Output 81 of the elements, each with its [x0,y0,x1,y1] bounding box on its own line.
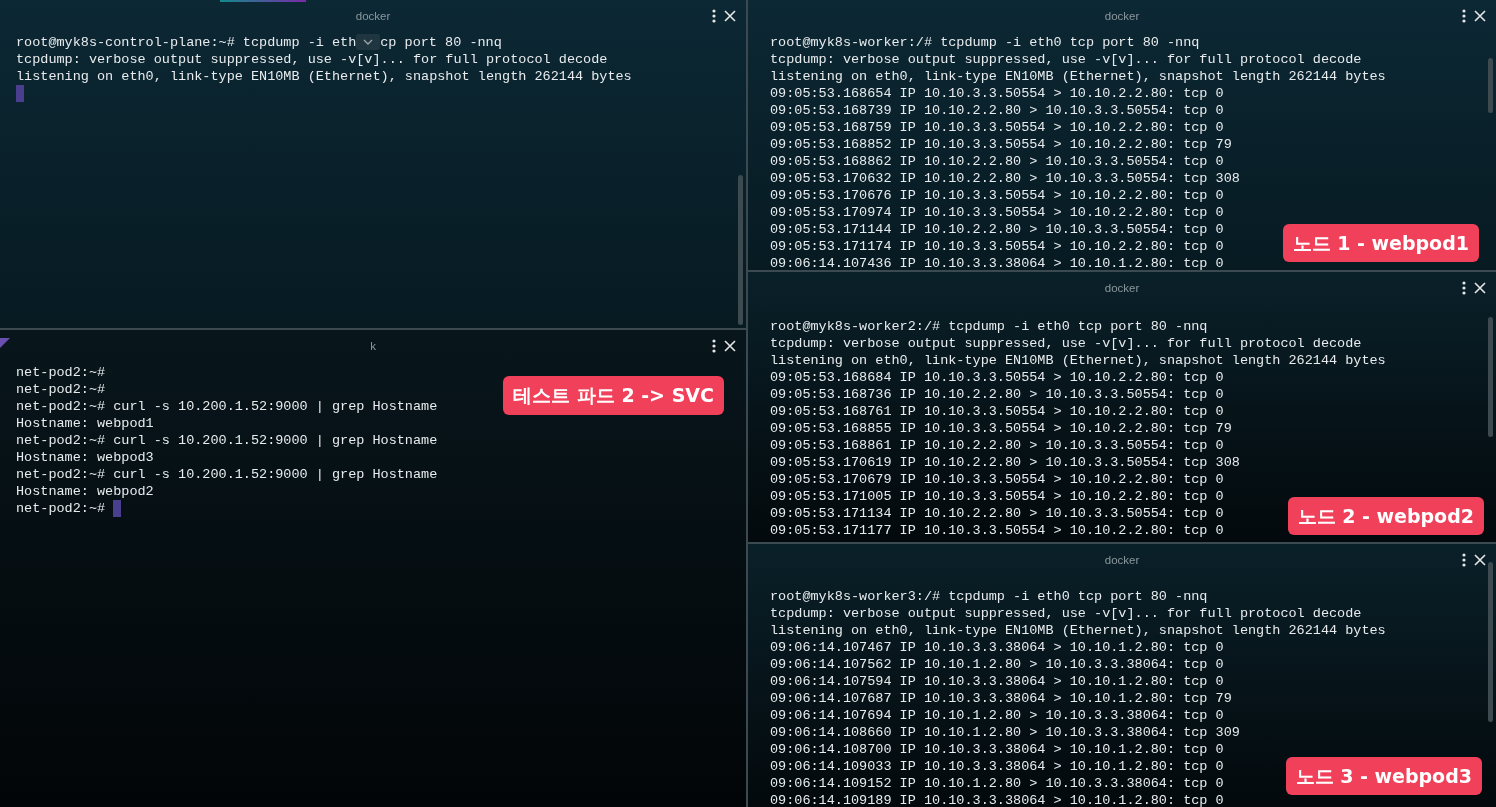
terminal-line: 09:05:53.170679 IP 10.10.3.3.50554 > 10.10.2.2.80: tcp 0 [770,472,1224,487]
terminal-line: 09:06:14.107562 IP 10.10.1.2.80 > 10.10.3.3.38064: tcp 0 [770,657,1224,672]
more-icon[interactable] [712,339,716,353]
terminal-line: 09:06:14.107687 IP 10.10.3.3.38064 > 10.10.1.2.80: tcp 79 [770,691,1232,706]
annotation-label: 노드 2 - webpod2 [1287,496,1484,535]
terminal-line: 09:05:53.168855 IP 10.10.3.3.50554 > 10.10.2.2.80: tcp 79 [770,421,1232,436]
pane-title: docker [1104,281,1140,297]
terminal-line: 09:05:53.168759 IP 10.10.3.3.50554 > 10.10.2.2.80: tcp 0 [770,120,1224,135]
scrollbar-thumb[interactable] [738,175,743,325]
terminal-line: 09:05:53.171177 IP 10.10.3.3.50554 > 10.10.2.2.80: tcp 0 [770,523,1224,538]
terminal-line: 09:05:53.171144 IP 10.10.2.2.80 > 10.10.3.3.50554: tcp 0 [770,222,1224,237]
pane-title: k [370,339,376,355]
terminal-line: 09:05:53.168862 IP 10.10.2.2.80 > 10.10.3.3.50554: tcp 0 [770,154,1224,169]
terminal-line: 09:05:53.168736 IP 10.10.2.2.80 > 10.10.3.3.50554: tcp 0 [770,387,1224,402]
pane-title: docker [1104,553,1140,569]
terminal-line: 09:05:53.170676 IP 10.10.3.3.50554 > 10.10.2.2.80: tcp 0 [770,188,1224,203]
close-icon[interactable] [1474,554,1486,566]
close-icon[interactable] [1474,282,1486,294]
terminal-line: tcpdump: verbose output suppressed, use -v[v]... for full protocol decode [770,52,1362,67]
terminal-line: 09:06:14.107436 IP 10.10.3.3.38064 > 10.10.1.2.80: tcp 0 [770,256,1224,270]
more-icon[interactable] [1462,9,1466,23]
terminal-line: 09:06:14.109033 IP 10.10.3.3.38064 > 10.10.1.2.80: tcp 0 [770,759,1224,774]
annotation-label: 노드 1 - webpod1 [1282,223,1479,262]
terminal-line: listening on eth0, link-type EN10MB (Ethernet), snapshot length 262144 bytes [16,69,632,84]
terminal-line: tcpdump: verbose output suppressed, use -v[v]... for full protocol decode [770,336,1362,351]
terminal-line: 09:05:53.170619 IP 10.10.2.2.80 > 10.10.3.3.50554: tcp 308 [770,455,1240,470]
terminal-line: net-pod2:~# [16,365,106,380]
terminal-line: net-pod2:~# [16,382,106,397]
close-icon[interactable] [724,340,736,352]
terminal-line: net-pod2:~# curl -s 10.200.1.52:9000 | grep Hostname [16,467,438,482]
terminal-line: root@myk8s-worker2:/# tcpdump -i eth0 tcp port 80 -nnq [770,319,1208,334]
terminal-line: tcpdump: verbose output suppressed, use -v[v]... for full protocol decode [16,52,608,67]
terminal-line: listening on eth0, link-type EN10MB (Ethernet), snapshot length 262144 bytes [770,69,1386,84]
annotation-label: 테스트 파드 2 -> SVC [503,376,724,415]
terminal-cursor [113,500,122,517]
terminal-line: 09:05:53.168761 IP 10.10.3.3.50554 > 10.10.2.2.80: tcp 0 [770,404,1224,419]
terminal-line: 09:06:14.109189 IP 10.10.3.3.38064 > 10.10.1.2.80: tcp 0 [770,793,1224,807]
annotation-label: 노드 3 - webpod3 [1285,756,1482,795]
terminal-line: 09:05:53.171134 IP 10.10.2.2.80 > 10.10.3.3.50554: tcp 0 [770,506,1224,521]
terminal-line: 09:05:53.171174 IP 10.10.3.3.50554 > 10.10.2.2.80: tcp 0 [770,239,1224,254]
terminal-line: 09:06:14.109152 IP 10.10.1.2.80 > 10.10.3.3.38064: tcp 0 [770,776,1224,791]
terminal-line: 09:06:14.107694 IP 10.10.1.2.80 > 10.10.3.3.38064: tcp 0 [770,708,1224,723]
terminal-line: 09:05:53.170632 IP 10.10.2.2.80 > 10.10.3.3.50554: tcp 308 [770,171,1240,186]
terminal-line: Hostname: webpod3 [16,450,154,465]
terminal-line: Hostname: webpod1 [16,416,154,431]
terminal-line: 09:05:53.168739 IP 10.10.2.2.80 > 10.10.3.3.50554: tcp 0 [770,103,1224,118]
terminal-line: 09:06:14.107467 IP 10.10.3.3.38064 > 10.10.1.2.80: tcp 0 [770,640,1224,655]
terminal-line: 09:05:53.168852 IP 10.10.3.3.50554 > 10.10.2.2.80: tcp 79 [770,137,1232,152]
terminal-line: 09:05:53.170974 IP 10.10.3.3.50554 > 10.10.2.2.80: tcp 0 [770,205,1224,220]
terminal-line: Hostname: webpod2 [16,484,154,499]
terminal-line: root@myk8s-worker3:/# tcpdump -i eth0 tcp port 80 -nnq [770,589,1208,604]
terminal-line: 09:05:53.168654 IP 10.10.3.3.50554 > 10.10.2.2.80: tcp 0 [770,86,1224,101]
scrollbar-thumb[interactable] [1488,562,1493,722]
scrollbar-thumb[interactable] [1488,58,1493,113]
pane-title: docker [1104,9,1140,25]
more-icon[interactable] [1462,553,1466,567]
close-icon[interactable] [724,10,736,22]
terminal-line: net-pod2:~# [16,501,106,516]
terminal-line: 09:06:14.108660 IP 10.10.1.2.80 > 10.10.3.3.38064: tcp 309 [770,725,1240,740]
terminal-line: 09:05:53.168684 IP 10.10.3.3.50554 > 10.10.2.2.80: tcp 0 [770,370,1224,385]
terminal-line: listening on eth0, link-type EN10MB (Ethernet), snapshot length 262144 bytes [770,623,1386,638]
scroll-down-button[interactable] [356,34,381,50]
terminal-line: 09:06:14.107594 IP 10.10.3.3.38064 > 10.10.1.2.80: tcp 0 [770,674,1224,689]
terminal-line: 09:06:14.108700 IP 10.10.3.3.38064 > 10.10.1.2.80: tcp 0 [770,742,1224,757]
focus-corner-icon [0,337,10,348]
terminal-line: listening on eth0, link-type EN10MB (Ethernet), snapshot length 262144 bytes [770,353,1386,368]
terminal-line: root@myk8s-control-plane:~# tcpdump -i eth [16,35,357,50]
scrollbar-thumb[interactable] [1488,317,1493,437]
pane-title: docker [355,9,391,25]
more-icon[interactable] [712,9,716,23]
terminal-cursor [16,85,24,102]
terminal-line: net-pod2:~# curl -s 10.200.1.52:9000 | grep Hostname [16,399,438,414]
terminal-line: net-pod2:~# curl -s 10.200.1.52:9000 | grep Hostname [16,433,438,448]
terminal-line: cp port 80 -nnq [380,35,502,50]
close-icon[interactable] [1474,10,1486,22]
terminal-line: 09:05:53.171005 IP 10.10.3.3.50554 > 10.10.2.2.80: tcp 0 [770,489,1224,504]
terminal-line: root@myk8s-worker:/# tcpdump -i eth0 tcp port 80 -nnq [770,35,1200,50]
terminal-line: tcpdump: verbose output suppressed, use -v[v]... for full protocol decode [770,606,1362,621]
more-icon[interactable] [1462,281,1466,295]
chevron-down-icon [363,39,374,45]
terminal-line: 09:05:53.168861 IP 10.10.2.2.80 > 10.10.3.3.50554: tcp 0 [770,438,1224,453]
